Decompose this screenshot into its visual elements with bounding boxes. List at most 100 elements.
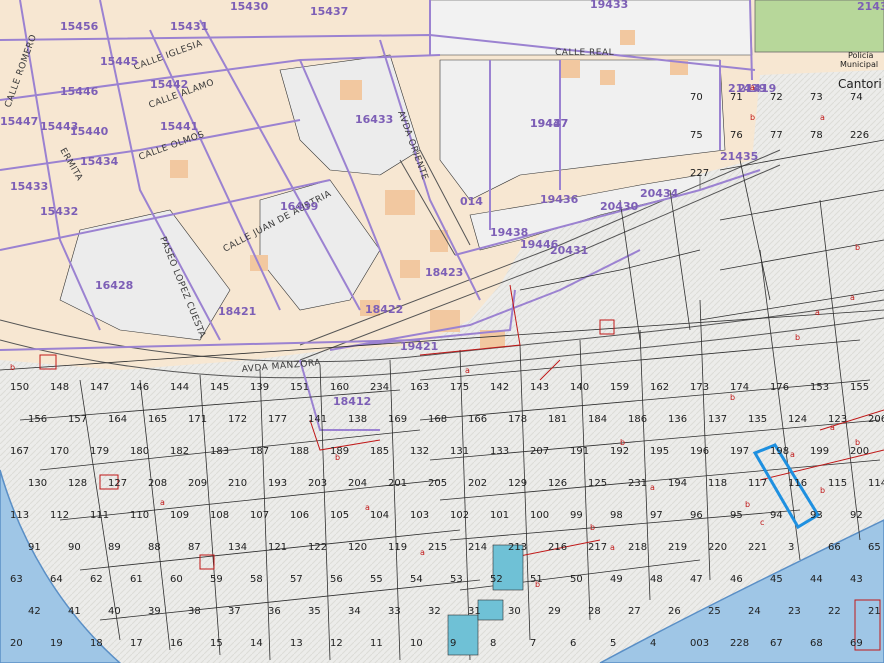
parcel-label: 93 <box>810 510 823 521</box>
parcel-label: 72 <box>770 92 783 103</box>
subparcel-letter: b <box>10 363 15 372</box>
parcel-label: 5 <box>610 638 616 649</box>
parcel-label: 176 <box>770 382 789 393</box>
block-label: 21435 <box>720 150 758 163</box>
parcel-label: 56 <box>330 574 343 585</box>
poi-label: Policía <box>848 51 874 60</box>
parcel-label: 231 <box>628 478 647 489</box>
block-label: 20431 <box>550 244 588 257</box>
parcel-label: 68 <box>810 638 823 649</box>
parcel-label: 199 <box>810 446 829 457</box>
parcel-label: 118 <box>708 478 727 489</box>
parcel-label: 228 <box>730 638 749 649</box>
block-label: 15434 <box>80 155 119 168</box>
parcel-label: 133 <box>490 446 509 457</box>
block-label: 15430 <box>230 0 269 13</box>
parcel-label: 140 <box>570 382 589 393</box>
parcel-label: 102 <box>450 510 469 521</box>
parcel-label: 214 <box>468 542 487 553</box>
parcel-label: 9 <box>450 638 456 649</box>
parcel-label: 73 <box>810 92 823 103</box>
parcel-label: 130 <box>28 478 47 489</box>
parcel-label: 125 <box>588 478 607 489</box>
parcel-label: 157 <box>68 414 87 425</box>
parcel-label: 172 <box>228 414 247 425</box>
parcel-label: 208 <box>148 478 167 489</box>
block-label: 15456 <box>60 20 99 33</box>
parcel-label: 23 <box>788 606 801 617</box>
parcel-label: 106 <box>290 510 309 521</box>
block-label: 15437 <box>310 5 348 18</box>
subparcel-letter: a <box>365 503 370 512</box>
parcel-label: 53 <box>450 574 463 585</box>
block-label: 15446 <box>60 85 99 98</box>
parcel-label: 177 <box>268 414 287 425</box>
parcel-label: 37 <box>228 606 241 617</box>
parcel-label: 138 <box>348 414 367 425</box>
parcel-label: 17 <box>130 638 143 649</box>
parcel-label: 122 <box>308 542 327 553</box>
parcel-label: 187 <box>250 446 269 457</box>
parcel-label: 46 <box>730 574 743 585</box>
parcel-label: 38 <box>188 606 201 617</box>
parcel-label: 165 <box>148 414 167 425</box>
block-label: 15447 <box>0 115 38 128</box>
parcel-label: 178 <box>508 414 527 425</box>
parcel-label: 97 <box>650 510 663 521</box>
parcel-label: 203 <box>308 478 327 489</box>
subparcel-letter: a <box>160 498 165 507</box>
map-canvas[interactable]: CALLE REAL AVDA ORIENTE PASEO LOPEZ CUES… <box>0 0 884 663</box>
parcel-label: 10 <box>410 638 423 649</box>
block-label: 19447 <box>530 117 568 130</box>
parcel-label: 210 <box>228 478 247 489</box>
block-label: 15433 <box>10 180 48 193</box>
parcel-label: 19 <box>50 638 63 649</box>
subparcel-letter: b <box>820 486 825 495</box>
parcel-label: 71 <box>730 92 743 103</box>
parcel-label: 110 <box>130 510 149 521</box>
parcel-label: 63 <box>10 574 23 585</box>
parcel-label: 49 <box>610 574 623 585</box>
parcel-label: 142 <box>490 382 509 393</box>
parcel-label: 126 <box>548 478 567 489</box>
parcel-label: 98 <box>610 510 623 521</box>
parcel-label: 213 <box>508 542 527 553</box>
parcel-label: 119 <box>388 542 407 553</box>
parcel-label: 88 <box>148 542 161 553</box>
parcel-label: 156 <box>28 414 47 425</box>
parcel-label: 64 <box>50 574 63 585</box>
subparcel-letter: a <box>420 548 425 557</box>
parcel-label: 193 <box>268 478 287 489</box>
block-label: 15432 <box>40 205 78 218</box>
parcel-label: 131 <box>450 446 469 457</box>
parcel-label: 144 <box>170 382 189 393</box>
parcel-label: 184 <box>588 414 607 425</box>
parcel-label: 30 <box>508 606 521 617</box>
parcel-label: 183 <box>210 446 229 457</box>
parcel-label: 200 <box>850 446 869 457</box>
parcel-label: 13 <box>290 638 303 649</box>
cadastral-map[interactable]: CALLE REAL AVDA ORIENTE PASEO LOPEZ CUES… <box>0 0 884 663</box>
parcel-label: 132 <box>410 446 429 457</box>
parcel-label: 171 <box>188 414 207 425</box>
parcel-label: 194 <box>668 478 687 489</box>
subparcel-letter: a <box>790 450 795 459</box>
parcel-label: 124 <box>788 414 807 425</box>
parcel-label: 90 <box>68 542 81 553</box>
parcel-label: 92 <box>850 510 863 521</box>
parcel-label: 31 <box>468 606 481 617</box>
parcel-label: 77 <box>770 130 783 141</box>
parcel-label: 74 <box>850 92 863 103</box>
parcel-label: 48 <box>650 574 663 585</box>
subparcel-letter: b <box>535 580 540 589</box>
block-label: 16428 <box>95 279 133 292</box>
subparcel-letter: b <box>620 438 625 447</box>
parcel-label: 47 <box>690 574 703 585</box>
parcel-label: 162 <box>650 382 669 393</box>
parcel-label: 11 <box>370 638 383 649</box>
subparcel-letter: a <box>750 83 755 92</box>
parcel-label: 220 <box>708 542 727 553</box>
parcel-label: 109 <box>170 510 189 521</box>
parcel-label: 6 <box>570 638 576 649</box>
parcel-label: 226 <box>850 130 869 141</box>
